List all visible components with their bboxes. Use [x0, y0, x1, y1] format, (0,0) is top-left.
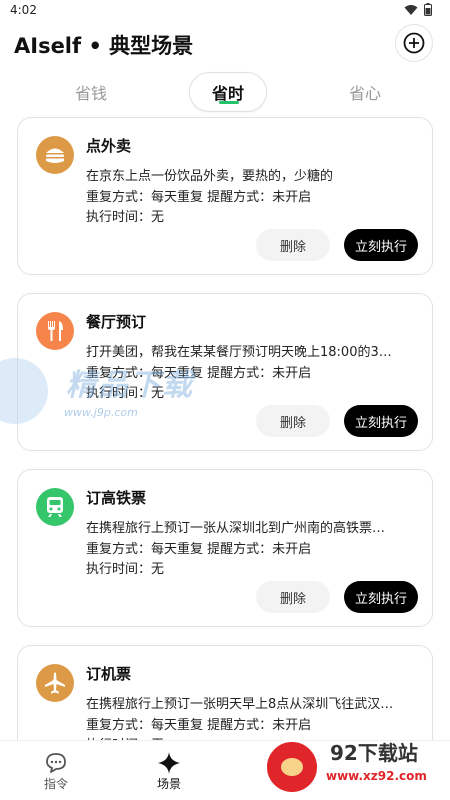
card-repeat-info: 重复方式：每天重复 提醒方式：未开启 [86, 190, 312, 205]
add-scene-button[interactable] [395, 24, 433, 62]
j9p-logo-icon [0, 358, 48, 424]
delete-button[interactable]: 删除 [256, 229, 330, 261]
tab-label: 省钱 [74, 84, 107, 103]
card-exec-time: 执行时间：无 [86, 210, 165, 225]
card-repeat-info: 重复方式：每天重复 提醒方式：未开启 [86, 718, 312, 733]
card-description: 在京东上点一份饮品外卖，要热的，少糖的 [86, 169, 334, 184]
plus-circle-icon [403, 32, 425, 54]
j9p-watermark: 精品下载 www.j9p.com [0, 356, 230, 430]
xz92-logo-icon [264, 739, 320, 795]
delete-button[interactable]: 删除 [256, 581, 330, 613]
card-description: 在携程旅行上预订一张从深圳北到广州南的高铁票… [86, 521, 386, 536]
watermark-text: 精品下载 [66, 368, 194, 403]
train-icon [36, 488, 74, 526]
card-description: 在携程旅行上预订一张明天早上8点从深圳飞往武汉… [86, 697, 394, 712]
status-bar: 4:02 [0, 0, 450, 22]
card-title: 订高铁票 [86, 489, 147, 507]
nav-label: 场景 [156, 777, 181, 791]
card-repeat-info: 重复方式：每天重复 提醒方式：未开启 [86, 542, 312, 557]
card-title: 点外卖 [86, 137, 132, 155]
xz92-watermark: 92下载站 www.xz92.com [260, 735, 450, 800]
run-now-button[interactable]: 立刻执行 [344, 405, 418, 437]
run-now-button[interactable]: 立刻执行 [344, 581, 418, 613]
tab-save-worry[interactable]: 省心 [326, 72, 404, 112]
card-title: 订机票 [86, 665, 132, 683]
fork-knife-icon [36, 312, 74, 350]
wifi-icon [404, 4, 418, 15]
active-tab-indicator [219, 101, 239, 104]
card-title: 餐厅预订 [86, 313, 147, 331]
watermark-url: www.j9p.com [64, 406, 138, 419]
watermark-url: www.xz92.com [326, 769, 427, 783]
category-tabs: 省钱 省时 省心 [0, 72, 450, 116]
airplane-icon [36, 664, 74, 702]
chat-bubble-icon [46, 753, 66, 773]
scene-card[interactable]: 点外卖 在京东上点一份饮品外卖，要热的，少糖的 重复方式：每天重复 提醒方式：未… [17, 117, 433, 275]
tab-save-time[interactable]: 省时 [189, 72, 267, 112]
nav-item-scenes[interactable]: 场景 [139, 751, 199, 792]
burger-icon [36, 136, 74, 174]
watermark-text: 92下载站 [330, 741, 418, 765]
page-title: AIself • 典型场景 [14, 34, 194, 58]
run-now-button[interactable]: 立刻执行 [344, 229, 418, 261]
status-time: 4:02 [10, 3, 37, 17]
card-exec-time: 执行时间：无 [86, 562, 165, 577]
scene-card[interactable]: 订高铁票 在携程旅行上预订一张从深圳北到广州南的高铁票… 重复方式：每天重复 提… [17, 469, 433, 627]
battery-icon [424, 3, 432, 16]
nav-item-commands[interactable]: 指令 [26, 751, 86, 792]
tab-label: 省心 [348, 84, 381, 103]
tab-save-money[interactable]: 省钱 [52, 72, 130, 112]
nav-label: 指令 [43, 777, 68, 791]
sparkle-icon [158, 752, 180, 774]
delete-button[interactable]: 删除 [256, 405, 330, 437]
